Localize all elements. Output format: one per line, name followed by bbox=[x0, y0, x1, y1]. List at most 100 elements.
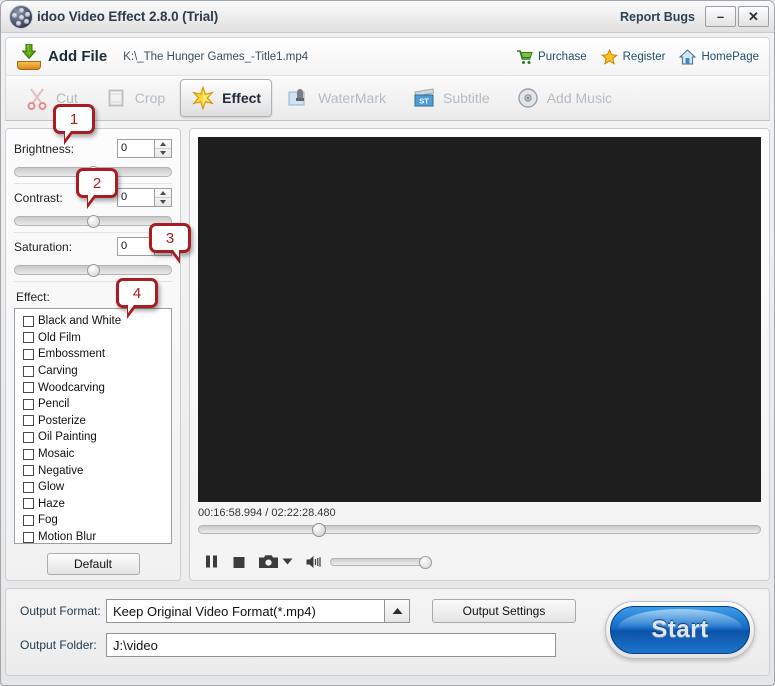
callout-1: 1 bbox=[53, 104, 95, 145]
checkbox[interactable] bbox=[23, 531, 34, 543]
checkbox[interactable] bbox=[23, 448, 34, 460]
time-display: 00:16:58.994 / 02:22:28.480 bbox=[198, 507, 336, 519]
output-format-dropdown-button[interactable] bbox=[384, 599, 410, 623]
checkbox[interactable] bbox=[23, 465, 34, 477]
brightness-input[interactable]: 0 bbox=[117, 139, 155, 158]
list-item[interactable]: Oil Painting bbox=[23, 429, 171, 446]
checkbox[interactable] bbox=[23, 365, 34, 377]
homepage-label: HomePage bbox=[701, 50, 759, 63]
list-item[interactable]: Black and White bbox=[23, 313, 171, 330]
contrast-slider-knob[interactable] bbox=[87, 215, 100, 228]
scissors-icon bbox=[25, 86, 49, 110]
output-settings-button[interactable]: Output Settings bbox=[432, 599, 576, 623]
output-folder-value[interactable]: J:\video bbox=[106, 633, 556, 657]
list-item[interactable]: Woodcarving bbox=[23, 379, 171, 396]
list-item[interactable]: Old Film bbox=[23, 330, 171, 347]
list-item[interactable]: Mosaic bbox=[23, 446, 171, 463]
checkbox[interactable] bbox=[23, 431, 34, 443]
output-format-label: Output Format: bbox=[20, 604, 101, 618]
volume-button[interactable] bbox=[306, 555, 323, 569]
effect-label-text: Oil Painting bbox=[38, 431, 97, 444]
register-label: Register bbox=[622, 50, 666, 63]
list-item[interactable]: Motion Blur bbox=[23, 529, 171, 543]
checkbox[interactable] bbox=[23, 348, 34, 360]
film-reel-icon bbox=[9, 4, 33, 29]
minimize-button[interactable]: – bbox=[705, 6, 736, 27]
stepper-down-icon[interactable] bbox=[155, 149, 171, 157]
callout-4-number: 4 bbox=[132, 284, 142, 302]
brightness-stepper[interactable] bbox=[155, 139, 172, 158]
seek-slider[interactable] bbox=[198, 523, 761, 537]
home-icon bbox=[679, 48, 697, 65]
effect-label-text: Old Film bbox=[38, 331, 81, 344]
snapshot-button[interactable] bbox=[259, 554, 278, 569]
homepage-link[interactable]: HomePage bbox=[679, 48, 759, 65]
tab-subtitle[interactable]: ST Subtitle bbox=[401, 79, 501, 117]
default-button[interactable]: Default bbox=[46, 553, 140, 575]
download-arrow-icon bbox=[16, 43, 42, 70]
register-link[interactable]: Register bbox=[600, 48, 666, 65]
callout-2-number: 2 bbox=[92, 174, 102, 192]
callout-2: 2 bbox=[76, 168, 118, 209]
music-disc-icon bbox=[516, 86, 540, 110]
checkbox[interactable] bbox=[23, 498, 34, 510]
add-file-bar: Add File K:\_The Hunger Games_-Title1.mp… bbox=[5, 37, 770, 75]
purchase-link[interactable]: Purchase bbox=[516, 49, 587, 65]
list-item[interactable]: Pencil bbox=[23, 396, 171, 413]
seek-slider-knob[interactable] bbox=[312, 523, 326, 537]
stepper-up-icon[interactable] bbox=[155, 140, 171, 149]
contrast-stepper[interactable] bbox=[155, 188, 172, 207]
list-item[interactable]: Glow bbox=[23, 479, 171, 496]
stepper-down-icon[interactable] bbox=[155, 198, 171, 206]
shopping-cart-icon bbox=[516, 49, 533, 65]
effect-label-text: Fog bbox=[38, 514, 58, 527]
effect-label-text: Carving bbox=[38, 365, 78, 378]
tab-bar: Cut Crop Effect WaterMark ST Subtitle Ad… bbox=[5, 75, 770, 121]
effect-label-text: Posterize bbox=[38, 414, 86, 427]
volume-slider[interactable] bbox=[330, 555, 432, 569]
report-bugs-link[interactable]: Report Bugs bbox=[620, 10, 705, 24]
callout-1-number: 1 bbox=[69, 110, 79, 128]
close-button[interactable]: ✕ bbox=[738, 6, 769, 27]
start-button[interactable]: Start bbox=[605, 601, 755, 659]
list-item[interactable]: Posterize bbox=[23, 413, 171, 430]
list-item[interactable]: Carving bbox=[23, 363, 171, 380]
star-icon bbox=[600, 48, 618, 65]
tab-crop[interactable]: Crop bbox=[93, 79, 176, 117]
stop-button[interactable] bbox=[232, 555, 246, 569]
checkbox[interactable] bbox=[23, 332, 34, 344]
callout-3-number: 3 bbox=[165, 229, 175, 247]
preview-panel: 00:16:58.994 / 02:22:28.480 bbox=[189, 128, 770, 581]
output-format-value[interactable]: Keep Original Video Format(*.mp4) bbox=[106, 599, 384, 623]
stepper-up-icon[interactable] bbox=[155, 189, 171, 198]
list-item[interactable]: Embossment bbox=[23, 346, 171, 363]
contrast-input[interactable]: 0 bbox=[117, 188, 155, 207]
checkbox[interactable] bbox=[23, 398, 34, 410]
checkbox[interactable] bbox=[23, 481, 34, 493]
title-bar: idoo Video Effect 2.8.0 (Trial) Report B… bbox=[1, 1, 774, 33]
pause-button[interactable] bbox=[204, 554, 219, 569]
crop-frame-icon bbox=[104, 86, 128, 110]
list-item[interactable]: Fog bbox=[23, 512, 171, 529]
checkbox[interactable] bbox=[23, 315, 34, 327]
checkbox[interactable] bbox=[23, 514, 34, 526]
list-item[interactable]: Haze bbox=[23, 496, 171, 513]
tab-effect[interactable]: Effect bbox=[180, 79, 273, 117]
add-file-button[interactable]: Add File bbox=[16, 43, 107, 70]
checkbox[interactable] bbox=[23, 415, 34, 427]
saturation-slider-knob[interactable] bbox=[87, 264, 100, 277]
tab-add-music[interactable]: Add Music bbox=[505, 79, 623, 117]
tab-watermark[interactable]: WaterMark bbox=[276, 79, 397, 117]
list-item[interactable]: Negative bbox=[23, 462, 171, 479]
checkbox[interactable] bbox=[23, 382, 34, 394]
contrast-slider[interactable] bbox=[14, 215, 172, 228]
snapshot-menu-button[interactable] bbox=[282, 557, 293, 566]
header-links: Purchase Register HomePage bbox=[502, 48, 769, 65]
volume-slider-knob[interactable] bbox=[419, 555, 432, 569]
saturation-slider[interactable] bbox=[14, 264, 172, 277]
effect-checkbox-list[interactable]: Black and White Old Film Embossment Carv… bbox=[14, 308, 172, 544]
video-preview[interactable] bbox=[198, 137, 761, 502]
main-body: Brightness: 0 Contrast: 0 Saturation: 0 … bbox=[5, 121, 770, 581]
start-button-label: Start bbox=[651, 616, 709, 643]
clapperboard-st-icon: ST bbox=[412, 86, 436, 110]
